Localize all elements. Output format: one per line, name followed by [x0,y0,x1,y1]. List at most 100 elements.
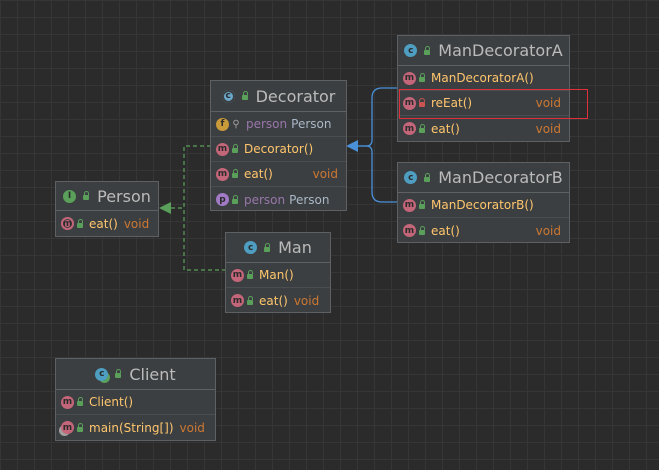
member-row[interactable]: m eat() void [398,116,569,141]
property-icon: p [216,193,229,206]
return-type: void [293,293,320,308]
public-lock-icon [232,169,238,178]
member-row[interactable]: m eat() void [398,218,569,243]
class-header: c Man [226,233,330,263]
member-name: Decorator() [244,142,314,156]
method-icon: m [403,198,416,212]
public-lock-icon [77,397,83,406]
public-lock-icon [77,218,83,228]
member-name: main(String[]) [89,420,174,435]
member-name: eat() [89,216,118,231]
member-name: ManDecoratorB() [431,198,534,212]
method-icon: m [403,122,416,135]
abstract-method-icon: m [61,217,74,230]
realization-man-person [183,208,226,271]
class-icon: c [244,241,258,254]
public-lock-icon [232,194,238,204]
public-lock-icon [241,91,248,100]
public-lock-icon [264,242,271,252]
member-name: person [246,117,288,131]
property-type: Person [289,192,330,207]
return-type: void [179,420,205,435]
public-lock-icon [232,144,238,153]
class-name: Decorator [255,86,336,106]
return-type: void [535,121,561,136]
method-icon: m [216,142,229,156]
public-lock-icon [77,422,83,432]
member-row[interactable]: m eat() void [226,288,330,313]
return-type: void [123,216,150,231]
method-icon: m [216,167,229,181]
class-header: c ManDecoratorB [398,163,569,193]
method-icon: m [61,395,74,409]
method-icon: m [231,294,244,307]
member-row[interactable]: m ManDecoratorA() [398,66,569,91]
member-row[interactable]: m Client() [56,390,215,415]
public-lock-icon [247,295,253,305]
member-name: eat() [259,293,288,308]
class-icon: c [404,171,418,184]
class-man-decorator-a[interactable]: c ManDecoratorA m ManDecoratorA() m reEa… [397,35,570,142]
public-lock-icon [247,270,253,279]
class-name: Client [129,364,176,384]
realization-arrowhead [159,202,171,214]
class-name: ManDecoratorA [438,41,563,60]
class-header: I Person [56,182,158,211]
return-type: void [312,167,338,181]
field-icon: f [216,117,229,131]
class-header: c ManDecoratorA [398,36,569,66]
method-icon: m [403,224,416,237]
member-row[interactable]: p person Person [211,187,346,212]
class-header: c Client [56,359,215,390]
generalization-arrowhead [346,140,358,152]
member-row[interactable]: m Man() [226,263,330,288]
public-lock-icon [419,123,425,133]
private-lock-icon [419,98,425,107]
member-name: eat() [431,223,460,238]
member-name: eat() [244,167,273,181]
public-lock-icon [424,45,431,55]
method-icon: m [231,268,244,282]
interface-icon: I [63,189,77,203]
static-method-icon: m [61,421,74,434]
public-lock-icon [419,225,425,235]
member-name: ManDecoratorA() [431,71,534,85]
generalization-a-decorator [357,87,397,147]
runnable-class-icon: c [95,367,109,381]
class-name: Person [97,186,151,206]
return-type: void [535,96,561,110]
member-row[interactable]: m Decorator() [211,137,346,162]
public-lock-icon [419,73,425,82]
class-client[interactable]: c Client m Client() m main(String[]) voi… [55,358,216,441]
class-man[interactable]: c Man m Man() m eat() void [225,232,331,313]
class-icon: c [404,44,418,57]
member-name: eat() [431,121,460,136]
member-row[interactable]: f ⚲ person Person [211,112,346,137]
interface-person[interactable]: I Person m eat() void [55,181,159,237]
member-name: person [244,192,286,207]
class-header: c Decorator [211,81,346,112]
member-name: reEat() [431,96,473,110]
public-lock-icon [83,191,90,200]
public-lock-icon [424,172,431,182]
class-decorator[interactable]: c Decorator f ⚲ person Person m Decorato… [210,80,347,211]
realization-decorator-person [171,145,211,209]
member-row[interactable]: m eat() void [56,211,158,236]
method-icon: m [403,96,416,110]
package-visibility-icon: ⚲ [232,118,240,130]
member-row[interactable]: m ManDecoratorB() [398,193,569,218]
method-icon: m [403,71,416,85]
generalization-b-decorator [357,145,397,203]
member-name: Man() [259,268,294,282]
member-row[interactable]: m eat() void [211,162,346,187]
member-name: Client() [89,395,134,409]
member-row[interactable]: m main(String[]) void [56,415,215,440]
return-type: void [535,223,561,238]
abstract-class-icon: c [221,89,235,103]
field-type: Person [291,117,332,131]
public-lock-icon [419,200,425,209]
public-lock-icon [115,369,122,378]
class-name: ManDecoratorB [438,168,563,187]
class-man-decorator-b[interactable]: c ManDecoratorB m ManDecoratorB() m eat(… [397,162,570,243]
member-row[interactable]: m reEat() void [398,91,569,116]
